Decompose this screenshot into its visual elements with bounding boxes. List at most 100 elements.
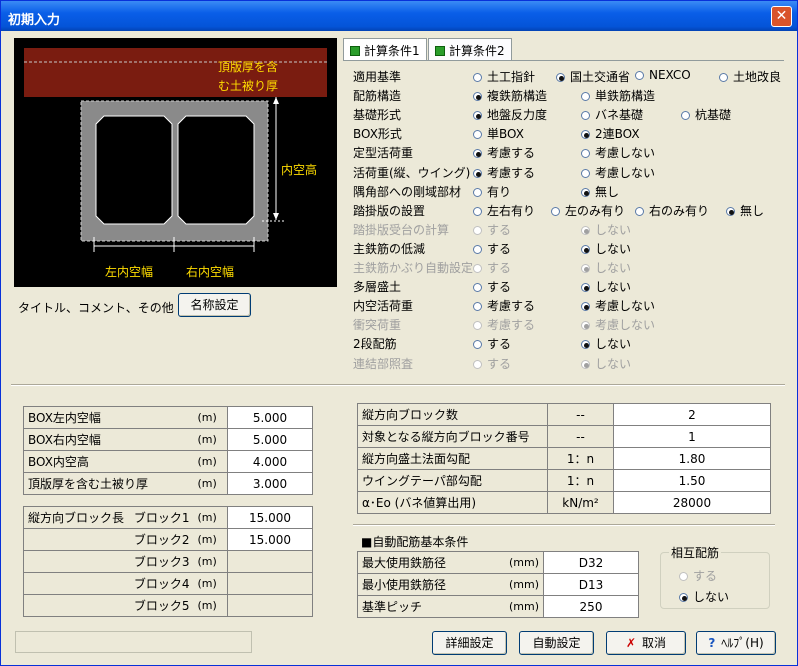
mutual-option-yes[interactable]: する <box>679 567 717 584</box>
option-label: しない <box>595 337 632 352</box>
dim-value-input[interactable]: 3.000 <box>227 472 313 495</box>
condition-label: 内空活荷重 <box>353 299 414 314</box>
block-value-input[interactable]: 15.000 <box>227 528 313 551</box>
rebar-value-input[interactable]: D13 <box>543 573 639 596</box>
condition-option[interactable]: 2連BOX <box>581 125 640 142</box>
condition-option[interactable]: 単BOX <box>473 125 524 142</box>
condition-option[interactable]: 考慮しない <box>581 144 655 161</box>
condition-option[interactable]: 国土交通省 <box>556 68 630 85</box>
condition-option[interactable]: しない <box>581 335 631 352</box>
radio-icon <box>635 71 644 80</box>
condition-option[interactable]: しない <box>581 259 631 276</box>
tab-label: 計算条件2 <box>449 44 505 58</box>
radio-icon <box>581 149 590 159</box>
radio-icon <box>581 283 590 293</box>
option-label: 考慮しない <box>595 318 656 333</box>
condition-option[interactable]: 有り <box>473 183 511 200</box>
longitudinal-label: ウイングテーパ部勾配 <box>357 469 548 492</box>
radio-icon <box>473 111 482 121</box>
longitudinal-value-input[interactable]: 1.50 <box>613 469 771 492</box>
condition-option[interactable]: 考慮しない <box>581 297 655 314</box>
radio-icon <box>581 130 590 140</box>
longitudinal-value-input[interactable]: 1 <box>613 425 771 448</box>
condition-option[interactable]: バネ基礎 <box>581 106 643 123</box>
condition-option[interactable]: 考慮しない <box>581 164 655 181</box>
condition-option[interactable]: しない <box>581 355 631 372</box>
longitudinal-value-input[interactable]: 1.80 <box>613 447 771 470</box>
longitudinal-unit: -- <box>547 425 614 448</box>
condition-option[interactable]: 複鉄筋構造 <box>473 87 547 104</box>
condition-option[interactable]: NEXCO <box>635 68 691 82</box>
condition-option[interactable]: 考慮する <box>473 297 535 314</box>
condition-label: 主鉄筋かぶり自動設定 <box>353 261 474 275</box>
condition-option[interactable]: 地盤反力度 <box>473 106 547 123</box>
condition-label: 隅角部への剛域部材 <box>353 184 462 199</box>
dialog-window: 初期入力 ✕ 頂版厚を含 む土被り厚 内空高 左内空幅 右内空幅 タイトル、コメ… <box>0 0 798 666</box>
longitudinal-value-input[interactable]: 28000 <box>613 491 771 514</box>
condition-option[interactable]: 考慮しない <box>581 316 655 333</box>
block-value-input[interactable] <box>227 550 313 573</box>
condition-label: 基礎形式 <box>353 108 402 123</box>
rebar-value-input[interactable]: D32 <box>543 551 639 574</box>
cancel-button[interactable]: ✗ 取消 <box>606 631 686 655</box>
condition-option[interactable]: 左右有り <box>473 202 535 219</box>
radio-icon <box>473 168 482 178</box>
condition-label: 多層盛土 <box>353 280 402 295</box>
condition-option[interactable]: 左のみ有り <box>551 202 625 219</box>
radio-icon <box>581 244 590 254</box>
condition-option[interactable]: しない <box>581 240 631 257</box>
condition-row: 衝突荷重 考慮する 考慮しない <box>353 314 783 333</box>
table-row: 基準ピッチ (mm) 250 <box>357 595 639 618</box>
auto-setting-button[interactable]: 自動設定 <box>519 631 594 655</box>
condition-option[interactable]: しない <box>581 221 631 238</box>
option-label: 無し <box>595 184 620 199</box>
rebar-value-input[interactable]: 250 <box>543 595 639 618</box>
condition-option[interactable]: 右のみ有り <box>635 202 709 219</box>
table-row: 縦方向ブロック数 -- 2 <box>357 403 771 426</box>
dim-unit: (m) <box>193 428 228 451</box>
dim-value-input[interactable]: 4.000 <box>227 450 313 473</box>
block-value-input[interactable]: 15.000 <box>227 506 313 529</box>
condition-option[interactable]: 土地改良 <box>719 68 781 85</box>
help-question-icon: ? <box>708 636 716 650</box>
title-bar[interactable]: 初期入力 ✕ <box>1 1 797 31</box>
condition-option[interactable]: する <box>473 355 511 372</box>
condition-option[interactable]: しない <box>581 278 631 295</box>
close-button[interactable]: ✕ <box>771 6 792 27</box>
condition-option[interactable]: する <box>473 278 511 295</box>
condition-option[interactable]: する <box>473 259 511 276</box>
status-field <box>15 631 252 653</box>
condition-option[interactable]: する <box>473 221 511 238</box>
option-label: 杭基礎 <box>695 108 732 123</box>
dim-label: 頂版厚を含む土被り厚 <box>23 472 194 495</box>
condition-option[interactable]: 考慮する <box>473 316 535 333</box>
condition-option[interactable]: する <box>473 240 511 257</box>
radio-icon <box>679 593 688 602</box>
longitudinal-unit: 1：n <box>547 469 614 492</box>
name-setting-button[interactable]: 名称設定 <box>178 293 251 317</box>
detail-setting-button[interactable]: 詳細設定 <box>432 631 507 655</box>
mutual-option-no[interactable]: しない <box>679 588 729 605</box>
condition-option[interactable]: 土工指針 <box>473 68 535 85</box>
condition-option[interactable]: 無し <box>581 183 619 200</box>
label-left-width: 左内空幅 <box>105 265 154 279</box>
option-label: 単BOX <box>487 127 524 142</box>
help-button[interactable]: ? ﾍﾙﾌﾟ(H) <box>696 631 776 655</box>
condition-option[interactable]: 単鉄筋構造 <box>581 87 655 104</box>
condition-option[interactable]: 杭基礎 <box>681 106 731 123</box>
condition-option[interactable]: する <box>473 335 511 352</box>
rebar-unit: (mm) <box>475 595 544 618</box>
tab-calc-condition-2[interactable]: 計算条件2 <box>428 38 512 60</box>
block-value-input[interactable] <box>227 594 313 617</box>
radio-icon <box>719 73 728 82</box>
condition-option[interactable]: 考慮する <box>473 164 535 181</box>
condition-option[interactable]: 考慮する <box>473 144 535 161</box>
longitudinal-value-input[interactable]: 2 <box>613 403 771 426</box>
dim-value-input[interactable]: 5.000 <box>227 406 313 429</box>
dim-value-input[interactable]: 5.000 <box>227 428 313 451</box>
condition-option[interactable]: 無し <box>726 202 764 219</box>
dim-unit: (m) <box>193 450 228 473</box>
block-value-input[interactable] <box>227 572 313 595</box>
radio-icon <box>473 340 482 350</box>
tab-calc-condition-1[interactable]: 計算条件1 <box>343 38 427 61</box>
